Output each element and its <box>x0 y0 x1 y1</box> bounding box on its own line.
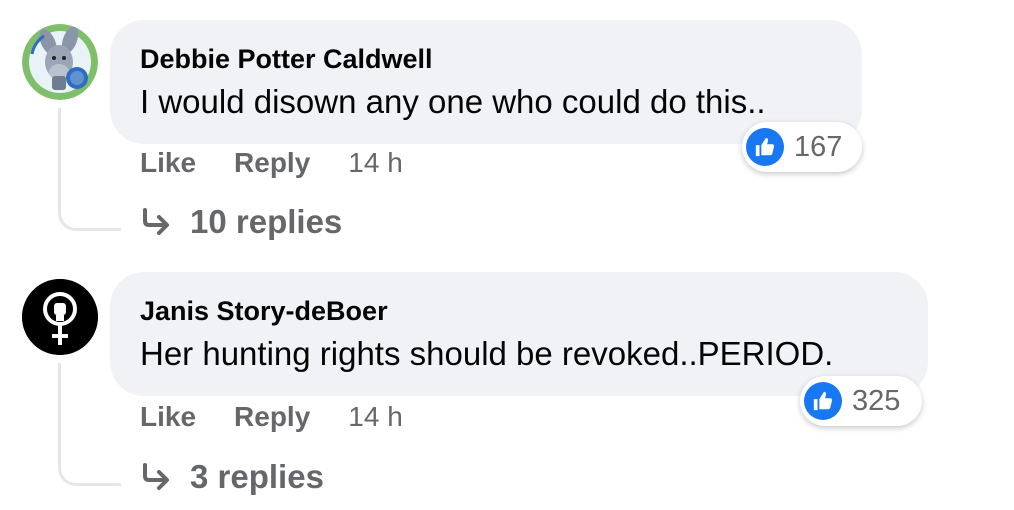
comment: Janis Story-deBoer Her hunting rights sh… <box>0 255 1014 510</box>
replies-count-label[interactable]: 10 replies <box>190 203 342 241</box>
comment-text: I would disown any one who could do this… <box>140 83 766 120</box>
avatar[interactable] <box>22 279 98 355</box>
thread-connector <box>58 363 121 486</box>
reply-button[interactable]: Reply <box>234 147 310 179</box>
female-fist-icon <box>22 279 98 355</box>
comment-timestamp[interactable]: 14 h <box>348 401 403 433</box>
reaction-summary[interactable]: 167 <box>742 122 862 172</box>
view-replies-link[interactable]: 3 replies <box>140 458 324 496</box>
view-replies-link[interactable]: 10 replies <box>140 203 342 241</box>
like-button[interactable]: Like <box>140 401 196 433</box>
like-button[interactable]: Like <box>140 147 196 179</box>
comment-actions: Like Reply 14 h <box>140 401 403 433</box>
comment-actions: Like Reply 14 h <box>140 147 403 179</box>
comment-timestamp[interactable]: 14 h <box>348 147 403 179</box>
thread-connector <box>58 108 121 231</box>
comment: Debbie Potter Caldwell I would disown an… <box>0 0 1014 255</box>
comment-author[interactable]: Janis Story-deBoer <box>140 294 898 328</box>
comment-bubble: Janis Story-deBoer Her hunting rights sh… <box>110 272 928 396</box>
reaction-summary[interactable]: 325 <box>800 376 922 426</box>
reaction-count: 167 <box>794 130 843 163</box>
comment-bubble: Debbie Potter Caldwell I would disown an… <box>110 20 862 144</box>
reaction-count: 325 <box>852 384 901 417</box>
replies-count-label[interactable]: 3 replies <box>190 458 324 496</box>
reply-arrow-icon <box>140 462 174 492</box>
reply-button[interactable]: Reply <box>234 401 310 433</box>
avatar[interactable] <box>22 24 98 100</box>
like-reaction-icon <box>804 382 842 420</box>
eeyore-avatar-icon <box>22 24 98 100</box>
like-reaction-icon <box>746 128 784 166</box>
reply-arrow-icon <box>140 207 174 237</box>
comment-text: Her hunting rights should be revoked..PE… <box>140 335 834 372</box>
comment-author[interactable]: Debbie Potter Caldwell <box>140 42 832 76</box>
